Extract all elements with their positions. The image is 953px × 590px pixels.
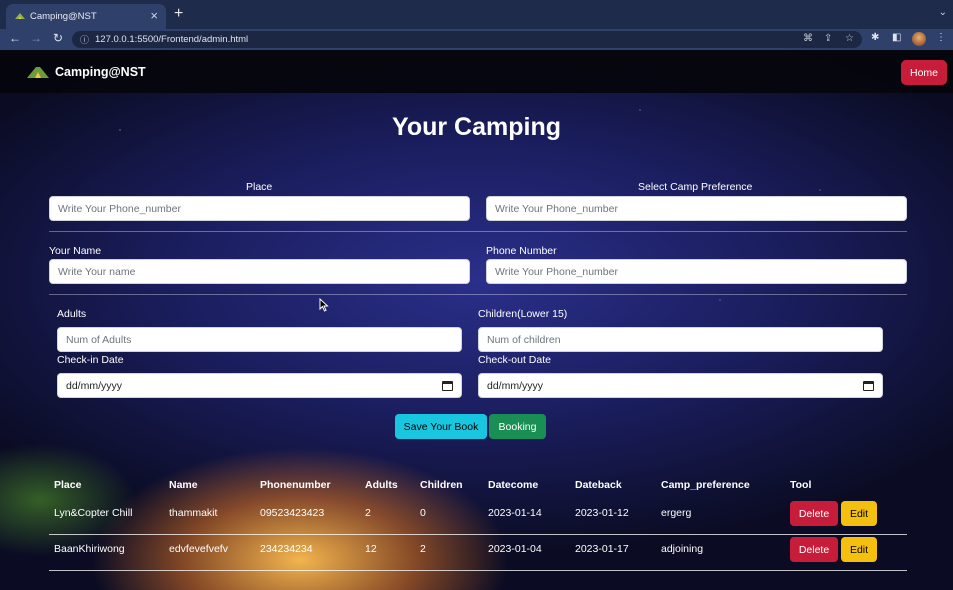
- adults-label: Adults: [57, 308, 87, 320]
- cell-dateback: 2023-01-17: [575, 543, 629, 555]
- brand-name: Camping@NST: [55, 65, 146, 79]
- table-row: BaanKhiriwong edvfevefvefv 234234234 12 …: [49, 535, 907, 571]
- column-header: Datecome: [488, 479, 539, 491]
- place-label: Place: [246, 181, 273, 193]
- cell-phone: 09523423423: [260, 507, 325, 519]
- checkout-date-input[interactable]: dd/mm/yyyy: [478, 373, 883, 398]
- column-header: Children: [420, 479, 463, 491]
- edit-button[interactable]: Edit: [841, 537, 877, 562]
- column-header: Adults: [365, 479, 398, 491]
- column-header: Phonenumber: [260, 479, 331, 491]
- back-arrow-icon[interactable]: ←: [8, 31, 22, 45]
- phone-label: Phone Number: [486, 245, 557, 257]
- page-title: Your Camping: [392, 113, 561, 141]
- phone-input[interactable]: Write Your Phone_number: [486, 259, 907, 284]
- bookmark-star-icon[interactable]: ☆: [845, 33, 854, 44]
- share-icon[interactable]: ⇪: [824, 33, 832, 44]
- cell-datecome: 2023-01-04: [488, 543, 542, 555]
- home-button[interactable]: Home: [901, 60, 947, 85]
- forward-arrow-icon[interactable]: →: [29, 31, 43, 45]
- name-input[interactable]: Write Your name: [49, 259, 470, 284]
- save-your-book-button[interactable]: Save Your Book: [395, 414, 487, 439]
- cell-camp-preference: adjoining: [661, 543, 704, 555]
- cell-place: Lyn&Copter Chill: [54, 507, 133, 519]
- edit-button[interactable]: Edit: [841, 501, 877, 526]
- divider: [49, 231, 907, 232]
- reload-icon[interactable]: ↻: [51, 31, 65, 45]
- browser-menu-icon[interactable]: ⋮: [936, 32, 946, 43]
- name-label: Your Name: [49, 245, 102, 257]
- address-bar[interactable]: ⓘ 127.0.0.1:5500/Frontend/admin.html ⌘ ⇪…: [72, 31, 862, 48]
- site-info-icon[interactable]: ⓘ: [80, 33, 89, 46]
- divider: [49, 294, 907, 295]
- checkin-date-input[interactable]: dd/mm/yyyy: [57, 373, 462, 398]
- children-label: Children(Lower 15): [478, 308, 568, 320]
- cell-children: 0: [420, 507, 426, 519]
- cell-name: thammakit: [169, 507, 218, 519]
- column-header: Place: [54, 479, 82, 491]
- column-header: Camp_preference: [661, 479, 750, 491]
- checkout-label: Check-out Date: [478, 354, 551, 366]
- cell-adults: 12: [365, 543, 377, 555]
- cell-camp-preference: ergerg: [661, 507, 692, 519]
- checkin-date-value: dd/mm/yyyy: [66, 379, 123, 392]
- tab-title: Camping@NST: [30, 11, 97, 22]
- adults-input[interactable]: Num of Adults: [57, 327, 462, 352]
- close-tab-icon[interactable]: ×: [150, 8, 158, 23]
- browser-toolbar: ← → ↻ ⓘ 127.0.0.1:5500/Frontend/admin.ht…: [0, 29, 953, 50]
- table-row: Lyn&Copter Chill thammakit 09523423423 2…: [49, 499, 907, 535]
- page-background: Camping@NST Home Your Camping Place Writ…: [0, 50, 953, 590]
- cell-place: BaanKhiriwong: [54, 543, 125, 555]
- column-header: Tool: [790, 479, 812, 491]
- booking-button[interactable]: Booking: [489, 414, 546, 439]
- translate-icon[interactable]: ⌘: [803, 33, 813, 44]
- cell-dateback: 2023-01-12: [575, 507, 629, 519]
- browser-tab[interactable]: Camping@NST ×: [6, 4, 166, 29]
- tent-favicon-icon: [15, 13, 25, 19]
- cell-phone: 234234234: [260, 543, 313, 555]
- checkout-date-value: dd/mm/yyyy: [487, 379, 544, 392]
- calendar-icon[interactable]: [442, 380, 453, 391]
- side-panel-icon[interactable]: ◧: [892, 32, 901, 43]
- brand[interactable]: Camping@NST: [27, 65, 146, 79]
- checkin-label: Check-in Date: [57, 354, 124, 366]
- camp-preference-input[interactable]: Write Your Phone_number: [486, 196, 907, 221]
- column-header: Name: [169, 479, 198, 491]
- place-input[interactable]: Write Your Phone_number: [49, 196, 470, 221]
- cell-adults: 2: [365, 507, 371, 519]
- children-input[interactable]: Num of children: [478, 327, 883, 352]
- mouse-cursor-icon: [319, 298, 329, 312]
- extensions-puzzle-icon[interactable]: ✱: [871, 32, 879, 43]
- site-navbar: Camping@NST Home: [0, 50, 953, 93]
- profile-avatar[interactable]: [912, 32, 926, 46]
- cell-children: 2: [420, 543, 426, 555]
- cell-name: edvfevefvefv: [169, 543, 228, 555]
- new-tab-icon[interactable]: +: [174, 5, 183, 23]
- delete-button[interactable]: Delete: [790, 537, 838, 562]
- url-text: 127.0.0.1:5500/Frontend/admin.html: [95, 34, 249, 45]
- camp-preference-label: Select Camp Preference: [638, 181, 753, 193]
- cell-datecome: 2023-01-14: [488, 507, 542, 519]
- calendar-icon[interactable]: [863, 380, 874, 391]
- browser-tab-bar: Camping@NST × + ⌄: [0, 0, 953, 29]
- column-header: Dateback: [575, 479, 622, 491]
- tab-search-chevron-icon[interactable]: ⌄: [939, 7, 947, 18]
- delete-button[interactable]: Delete: [790, 501, 838, 526]
- tent-logo-icon: [27, 67, 49, 78]
